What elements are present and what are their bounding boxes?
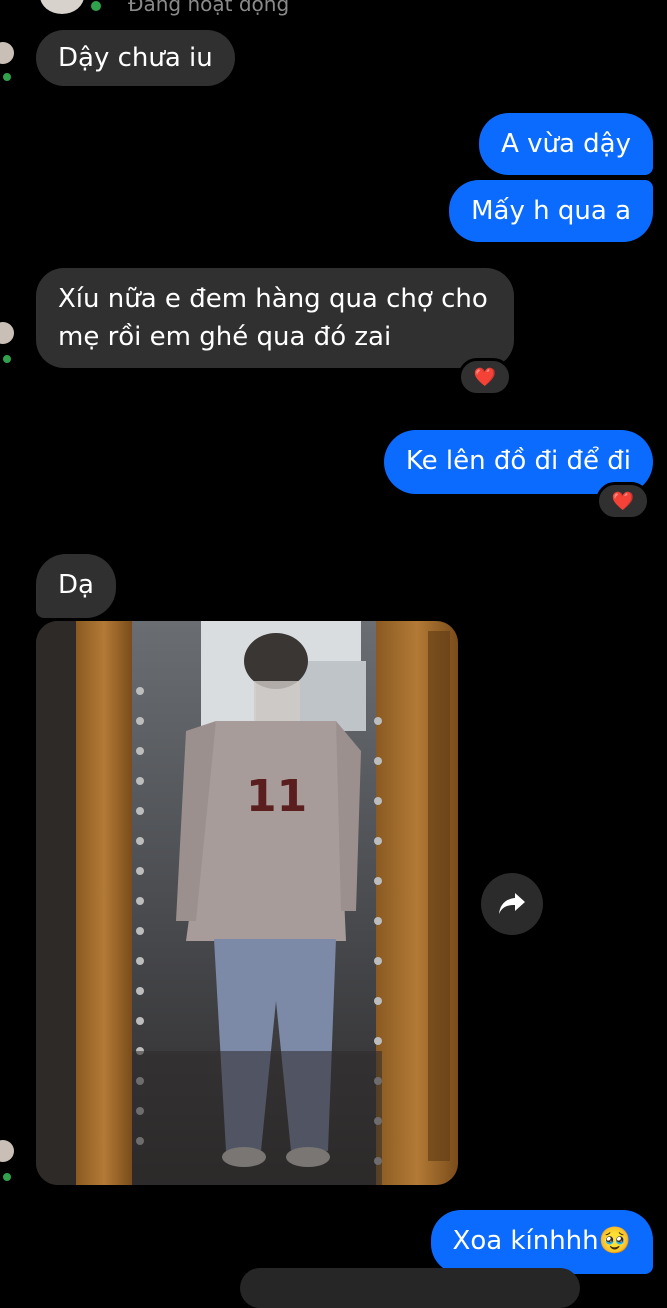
svg-text:11: 11 bbox=[246, 771, 307, 822]
outgoing-message[interactable]: Xoa kínhhh🥹 bbox=[430, 1210, 653, 1274]
message-text: Dạ bbox=[58, 570, 94, 600]
message-text: Xoa kínhhh🥹 bbox=[452, 1226, 631, 1256]
message-text-line: Xíu nữa e đem hàng qua chợ cho bbox=[58, 284, 488, 314]
message-reaction[interactable]: ❤️ bbox=[596, 482, 650, 520]
photo-message[interactable]: 11 bbox=[36, 621, 458, 1185]
online-indicator bbox=[88, 0, 104, 14]
message-text: Dậy chưa iu bbox=[58, 43, 213, 73]
mirror-selfie-image: 11 bbox=[36, 621, 458, 1185]
message-reaction[interactable]: ❤️ bbox=[458, 358, 512, 396]
message-text: A vừa dậy bbox=[501, 129, 631, 159]
input-bar[interactable] bbox=[240, 1268, 580, 1308]
incoming-message[interactable]: Dậy chưa iu bbox=[36, 30, 235, 86]
message-text: Ke lên đồ đi để đi bbox=[405, 446, 631, 476]
message-text-line: mẹ rồi em ghé qua đó zai bbox=[58, 322, 392, 352]
sender-avatar bbox=[0, 1140, 14, 1162]
sender-avatar bbox=[0, 42, 14, 64]
share-button[interactable] bbox=[481, 873, 543, 935]
heart-icon: ❤️ bbox=[611, 490, 635, 512]
incoming-message[interactable]: Dạ bbox=[36, 554, 116, 618]
sender-avatar bbox=[0, 322, 14, 344]
online-indicator bbox=[0, 352, 14, 366]
online-indicator bbox=[0, 70, 14, 84]
message-text: Mấy h qua a bbox=[471, 196, 631, 226]
contact-avatar[interactable] bbox=[40, 0, 84, 14]
share-arrow-icon bbox=[499, 893, 525, 914]
outgoing-message[interactable]: A vừa dậy bbox=[479, 113, 653, 175]
heart-icon: ❤️ bbox=[473, 366, 497, 388]
incoming-message[interactable]: Xíu nữa e đem hàng qua chợ cho mẹ rồi em… bbox=[36, 268, 514, 368]
active-status: Đang hoạt động bbox=[128, 0, 290, 16]
outgoing-message[interactable]: Mấy h qua a bbox=[449, 180, 653, 242]
online-indicator bbox=[0, 1170, 14, 1184]
